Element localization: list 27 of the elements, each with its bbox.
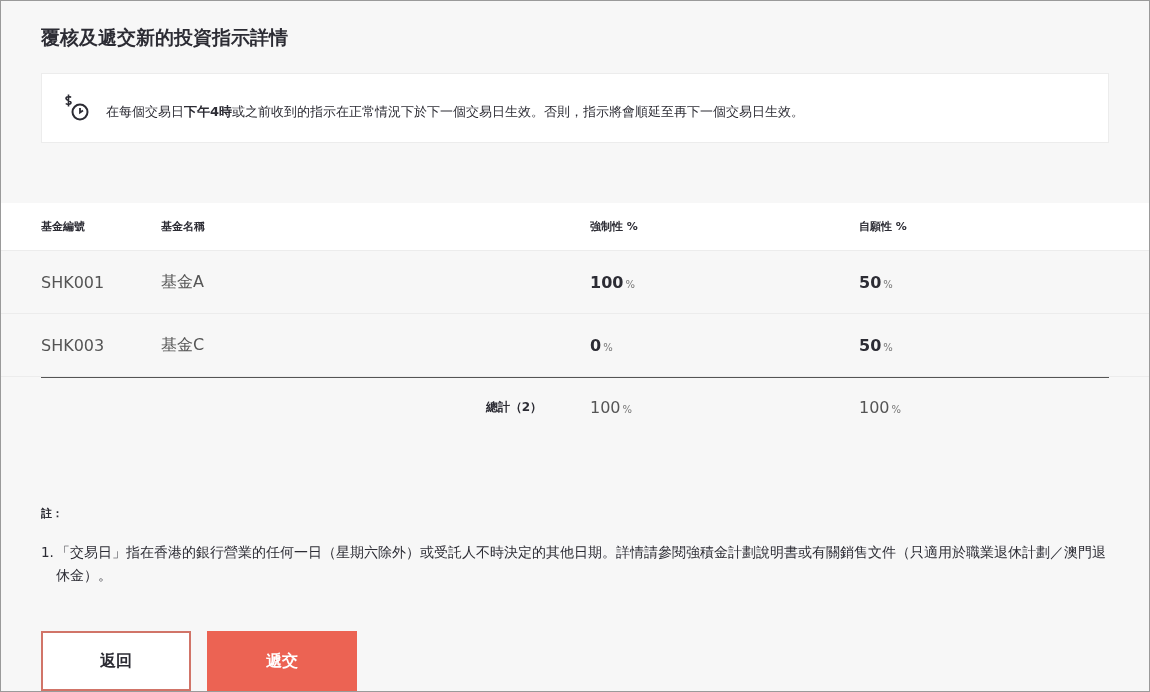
- percent-value: 100: [590, 397, 621, 417]
- percent-value: 50: [859, 272, 882, 292]
- percent-value: 100: [590, 272, 624, 292]
- percent-sign: %: [883, 278, 893, 290]
- note-number: 1.: [41, 543, 54, 562]
- percent-value: 0: [590, 335, 602, 355]
- notes-heading: 註：: [41, 506, 64, 521]
- percent-sign: %: [625, 278, 635, 290]
- back-button[interactable]: 返回: [41, 631, 191, 691]
- fund-code: SHK003: [41, 335, 106, 355]
- column-header: 基金名稱: [161, 219, 206, 234]
- fund-name: 基金C: [161, 334, 206, 356]
- info-text: 在每個交易日下午4時或之前收到的指示在正常情況下於下一個交易日生效。否則，指示將會順延至再下一個交易日生效。: [106, 103, 805, 121]
- percent-sign: %: [883, 341, 893, 353]
- percent-sign: %: [622, 403, 633, 415]
- total-label: 總計（2）: [485, 398, 542, 416]
- percent-sign: %: [891, 403, 902, 415]
- percent-value: 100: [859, 397, 890, 417]
- note-text: 「交易日」指在香港的銀行營業的任何一日（星期六除外）或受託人不時決定的其他日期。詳情請參閱強積金計劃說明書或有關銷售文件（只適用於職業退休計劃／澳門退休金）。: [55, 543, 1107, 585]
- percent-value: 50: [859, 335, 882, 355]
- column-header: 自願性 %: [859, 219, 908, 234]
- column-header: 強制性 %: [590, 219, 639, 234]
- column-header: 基金編號: [41, 219, 86, 234]
- fund-code: SHK001: [41, 272, 106, 292]
- percent-sign: %: [603, 341, 613, 353]
- page-title: 覆核及遞交新的投資指示詳情: [41, 25, 289, 50]
- fund-name: 基金A: [161, 271, 205, 293]
